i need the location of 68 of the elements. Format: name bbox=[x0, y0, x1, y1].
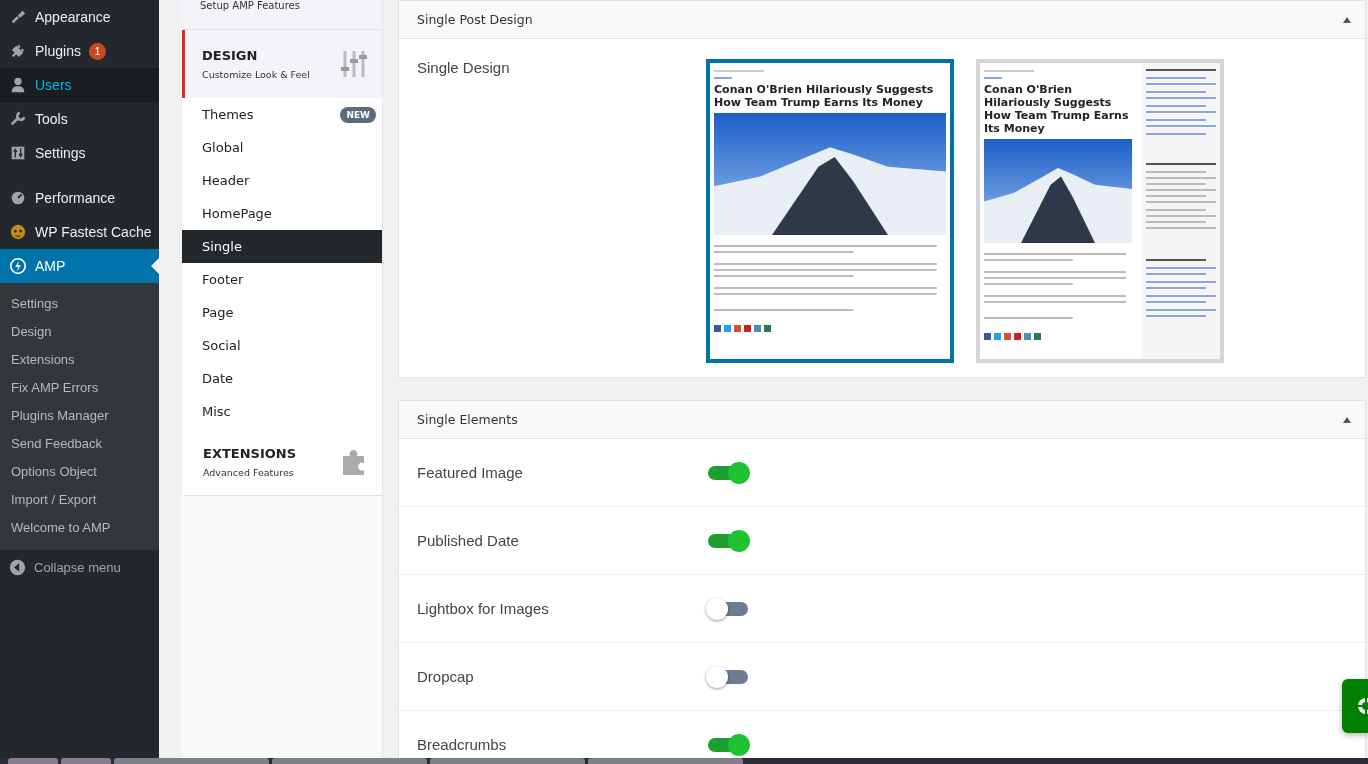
admin-menu-item[interactable]: WP Fastest Cache bbox=[0, 215, 159, 249]
collapse-menu-button[interactable]: Collapse menu bbox=[0, 550, 159, 585]
sliders-icon bbox=[9, 144, 27, 162]
section-subtitle: Customize Look & Feel bbox=[202, 69, 310, 80]
user-icon bbox=[9, 76, 27, 94]
breadcrumb-drawing bbox=[984, 67, 1034, 79]
option-label: Breadcrumbs bbox=[417, 736, 508, 753]
nav-item[interactable]: Date bbox=[182, 362, 382, 395]
toggle-switch[interactable] bbox=[706, 732, 750, 757]
option-label: Lightbox for Images bbox=[417, 600, 550, 617]
submenu-item[interactable]: Options Object bbox=[0, 458, 159, 486]
section-title: DESIGN bbox=[202, 48, 259, 63]
option-label: Dropcap bbox=[417, 668, 475, 685]
toggle-switch[interactable] bbox=[706, 596, 750, 621]
admin-menu-item[interactable]: AMP bbox=[0, 249, 159, 283]
option-label: Published Date bbox=[417, 532, 520, 549]
nav-item[interactable]: Single bbox=[182, 230, 382, 263]
nav-item[interactable]: Header bbox=[182, 164, 382, 197]
help-button[interactable] bbox=[1342, 679, 1368, 733]
toggle-switch[interactable] bbox=[706, 528, 750, 553]
submenu-item[interactable]: Send Feedback bbox=[0, 430, 159, 458]
nav-item[interactable]: Themes NEW bbox=[182, 98, 382, 131]
toggle-switch[interactable] bbox=[706, 460, 750, 485]
submenu-item[interactable]: Welcome to AMP bbox=[0, 514, 159, 542]
nav-item[interactable]: Misc bbox=[182, 395, 382, 428]
gauge-icon bbox=[9, 189, 27, 207]
lifebuoy-icon bbox=[1356, 696, 1368, 716]
nav-item[interactable]: Social bbox=[182, 329, 382, 362]
nav-item[interactable]: Global bbox=[182, 131, 382, 164]
setup-nav-section[interactable]: Setup AMP Features bbox=[182, 0, 382, 30]
admin-menu-item[interactable]: Appearance bbox=[0, 0, 159, 34]
admin-menu-item[interactable]: Performance bbox=[0, 181, 159, 215]
card-header[interactable]: Single Elements bbox=[399, 401, 1365, 439]
card-header[interactable]: Single Post Design bbox=[399, 1, 1365, 39]
submenu-item[interactable]: Design bbox=[0, 318, 159, 346]
lightning-icon bbox=[9, 257, 27, 275]
admin-menu-item[interactable]: Users bbox=[0, 68, 159, 102]
option-label: Featured Image bbox=[417, 464, 524, 481]
layout-thumbnail[interactable]: Conan O'Brien Hilariously Suggests How Team Trump Earns Its Money bbox=[706, 59, 954, 363]
layout-thumbnail[interactable]: Conan O'Brien Hilariously Suggests How Team Trump Earns Its Money bbox=[976, 59, 1224, 363]
field-label: Single Design bbox=[417, 59, 511, 78]
post-headline: Conan O'Brien Hilariously Suggests How Team Trump Earns Its Money bbox=[714, 83, 935, 109]
toggle-switch[interactable] bbox=[706, 664, 750, 689]
submenu-item[interactable]: Extensions bbox=[0, 346, 159, 374]
plug-icon bbox=[9, 42, 27, 60]
caret-up-icon[interactable] bbox=[1343, 16, 1351, 23]
submenu-item[interactable]: Fix AMP Errors bbox=[0, 374, 159, 402]
brush-icon bbox=[9, 8, 27, 26]
nav-item[interactable]: HomePage bbox=[182, 197, 382, 230]
submenu-item[interactable]: Settings bbox=[0, 290, 159, 318]
post-headline: Conan O'Brien Hilariously Suggests How Team Trump Earns Its Money bbox=[984, 83, 1130, 135]
nav-item[interactable]: Footer bbox=[182, 263, 382, 296]
breadcrumb-drawing bbox=[714, 67, 764, 79]
admin-menu-item[interactable]: Settings bbox=[0, 136, 159, 170]
section-subtitle: Advanced Features bbox=[203, 466, 295, 478]
nav-item[interactable]: Page bbox=[182, 296, 382, 329]
sliders-icon bbox=[340, 49, 368, 79]
caret-up-icon[interactable] bbox=[1343, 416, 1351, 423]
admin-menu-item[interactable]: Tools bbox=[0, 102, 159, 136]
new-badge: NEW bbox=[340, 106, 376, 123]
nav-section[interactable]: EXTENSIONS Advanced Features bbox=[182, 428, 382, 496]
wrench-icon bbox=[9, 110, 27, 128]
submenu-item[interactable]: Plugins Manager bbox=[0, 402, 159, 430]
count-badge: 1 bbox=[88, 42, 106, 60]
section-title: EXTENSIONS bbox=[203, 445, 297, 461]
nav-section[interactable]: DESIGN Customize Look & Feel bbox=[182, 30, 382, 98]
submenu-item[interactable]: Import / Export bbox=[0, 486, 159, 514]
admin-menu-item[interactable]: Plugins 1 bbox=[0, 34, 159, 68]
